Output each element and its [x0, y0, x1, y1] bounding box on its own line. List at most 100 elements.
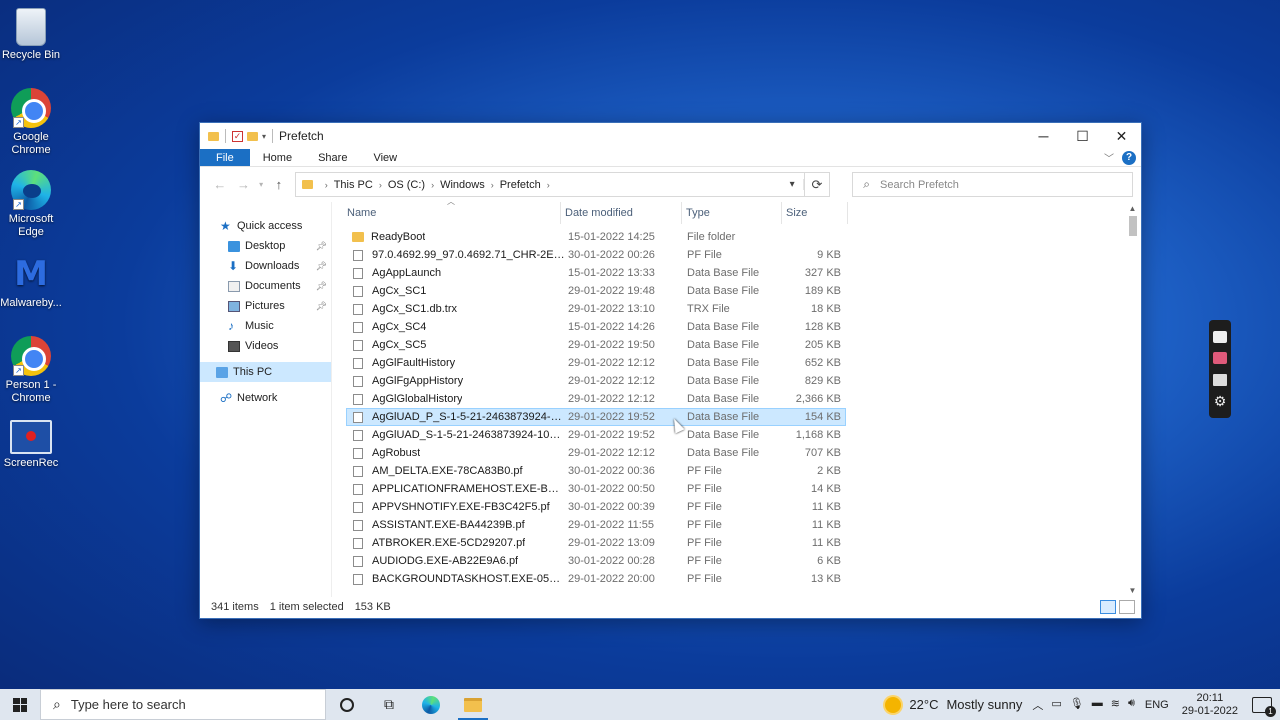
desktop-icon-screenrec[interactable]: ScreenRec [0, 420, 62, 470]
breadcrumb-os-c[interactable]: OS (C:) [388, 179, 425, 191]
nav-item-videos[interactable]: Videos [200, 336, 331, 356]
file-row[interactable]: AgCx_SC1 29-01-2022 19:48 Data Base File 18… [346, 282, 846, 300]
file-row[interactable]: AUDIODG.EXE-AB22E9A6.pf 30-01-2022 00:28 P… [346, 552, 846, 570]
search-input[interactable]: ⌕ Search Prefetch [852, 172, 1134, 197]
file-name: AgCx_SC1 [347, 285, 565, 297]
scroll-thumb[interactable] [1129, 216, 1137, 236]
meet-now-icon[interactable]: ▭ [1051, 697, 1061, 713]
desktop-icon-microsoft-edge[interactable]: ↗ Microsoft Edge [0, 170, 62, 239]
nav-item-desktop[interactable]: Desktop 📌︎ [200, 236, 331, 256]
minimize-button[interactable]: ─ [1024, 123, 1063, 149]
desktop-icon-recycle-bin[interactable]: Recycle Bin [0, 8, 62, 62]
file-icon [353, 555, 363, 567]
taskbar-search-input[interactable]: ⌕ Type here to search [40, 689, 326, 720]
title-bar[interactable]: ✓ ▾ Prefetch ─ ☐ ✕ [200, 123, 1141, 149]
file-name: 97.0.4692.99_97.0.4692.71_CHR-2ED0535... [347, 249, 565, 261]
file-size: 327 KB [804, 267, 841, 279]
taskbar-file-explorer-button[interactable] [452, 689, 494, 720]
tab-view[interactable]: View [360, 149, 410, 166]
taskbar-edge-button[interactable] [410, 689, 452, 720]
gear-icon[interactable]: ⚙ [1213, 394, 1227, 408]
file-row[interactable]: ATBROKER.EXE-5CD29207.pf 29-01-2022 13:09… [346, 534, 846, 552]
file-row[interactable]: AgGlFgAppHistory 29-01-2022 12:12 Data Bas… [346, 372, 846, 390]
desktop-icon-google-chrome[interactable]: ↗ Google Chrome [0, 88, 62, 157]
column-header-size[interactable]: Size [782, 202, 848, 224]
weather-widget[interactable]: 22°C Mostly sunny [885, 696, 1022, 713]
scroll-up-icon[interactable]: ▲ [1124, 204, 1141, 213]
column-header-name[interactable]: Name [332, 202, 561, 224]
vertical-scrollbar[interactable]: ▲ ▼ [1124, 202, 1141, 597]
video-record-icon[interactable] [1213, 352, 1227, 365]
tab-share[interactable]: Share [305, 149, 360, 166]
tab-file[interactable]: File [200, 149, 250, 166]
file-row[interactable]: AgRobust 29-01-2022 12:12 Data Base File 70… [346, 444, 846, 462]
chevron-up-icon[interactable]: ︿ [1032, 697, 1043, 713]
search-icon: ⌕ [53, 696, 61, 712]
file-row[interactable]: AgGlUAD_P_S-1-5-21-2463873924-1025... 29-… [346, 408, 846, 426]
help-icon[interactable]: ? [1122, 150, 1136, 165]
file-row[interactable]: ReadyBoot 15-01-2022 14:25 File folder [346, 228, 846, 246]
column-header-type[interactable]: Type [682, 202, 782, 224]
address-bar[interactable]: › This PC › OS (C:) › Windows › Prefetch… [294, 172, 805, 197]
nav-item-network[interactable]: ☍ Network [200, 388, 331, 408]
cortana-button[interactable] [326, 689, 368, 720]
nav-item-downloads[interactable]: ⬇ Downloads 📌︎ [200, 256, 331, 276]
file-size: 6 KB [817, 555, 841, 567]
file-name: AgGlUAD_P_S-1-5-21-2463873924-1025... [347, 411, 565, 423]
notification-center-icon[interactable] [1252, 696, 1276, 717]
close-button[interactable]: ✕ [1102, 123, 1141, 149]
wifi-icon[interactable]: ≋ [1111, 697, 1120, 713]
nav-item-music[interactable]: ♪ Music [200, 316, 331, 336]
nav-item-pictures[interactable]: Pictures 📌︎ [200, 296, 331, 316]
breadcrumb-this-pc[interactable]: This PC [334, 179, 373, 191]
tab-home[interactable]: Home [250, 149, 305, 166]
desktop-icon-malwarebytes[interactable]: M Malwareby... [0, 254, 62, 310]
breadcrumb-windows[interactable]: Windows [440, 179, 485, 191]
recent-locations-icon[interactable]: ▾ [255, 180, 267, 189]
file-row[interactable]: AgGlFaultHistory 29-01-2022 12:12 Data Bas… [346, 354, 846, 372]
maximize-button[interactable]: ☐ [1063, 123, 1102, 149]
clock[interactable]: 20:11 29-01-2022 [1182, 692, 1238, 718]
task-view-button[interactable]: ⧉ [368, 689, 410, 720]
address-dropdown-icon[interactable]: ▾ [782, 179, 804, 190]
up-button[interactable]: ↑ [267, 177, 291, 192]
nav-item-documents[interactable]: Documents 📌︎ [200, 276, 331, 296]
gallery-icon[interactable] [1213, 373, 1227, 386]
scroll-down-icon[interactable]: ▼ [1124, 586, 1141, 595]
file-row[interactable]: AgGlGlobalHistory 29-01-2022 12:12 Data Ba… [346, 390, 846, 408]
nav-item-this-pc[interactable]: This PC [200, 362, 331, 382]
camera-icon[interactable] [1213, 330, 1227, 343]
file-row[interactable]: ASSISTANT.EXE-BA44239B.pf 29-01-2022 11:5… [346, 516, 846, 534]
file-type: Data Base File [687, 267, 760, 279]
file-row[interactable]: AgCx_SC4 15-01-2022 14:26 Data Base File 12… [346, 318, 846, 336]
battery-icon[interactable]: ▬ [1092, 697, 1103, 713]
customize-toolbar-icon[interactable]: ▾ [262, 132, 266, 141]
column-header-date[interactable]: Date modified [561, 202, 682, 224]
properties-icon[interactable]: ✓ [232, 130, 243, 142]
nav-item-quick-access[interactable]: ★ Quick access [200, 216, 331, 236]
volume-icon[interactable]: 🔊︎ [1128, 697, 1135, 713]
file-row[interactable]: AgGlUAD_S-1-5-21-2463873924-102504... 29-… [346, 426, 846, 444]
file-name: AM_DELTA.EXE-78CA83B0.pf [347, 465, 565, 477]
file-row[interactable]: AgCx_SC1.db.trx 29-01-2022 13:10 TRX File 1… [346, 300, 846, 318]
microphone-icon[interactable]: 🎙︎ [1070, 697, 1084, 713]
file-date: 30-01-2022 00:28 [568, 555, 655, 567]
file-row[interactable]: 97.0.4692.99_97.0.4692.71_CHR-2ED0535...… [346, 246, 846, 264]
start-button[interactable] [0, 689, 40, 720]
file-row[interactable]: APPVSHNOTIFY.EXE-FB3C42F5.pf 30-01-2022 0… [346, 498, 846, 516]
forward-button[interactable]: → [232, 177, 256, 192]
file-row[interactable]: AgAppLaunch 15-01-2022 13:33 Data Base Fil… [346, 264, 846, 282]
large-icons-view-icon[interactable] [1119, 600, 1135, 614]
input-language[interactable]: ENG [1145, 699, 1169, 711]
back-button[interactable]: ← [208, 177, 232, 192]
file-row[interactable]: APPLICATIONFRAMEHOST.EXE-BCE9A1E...30-01… [346, 480, 846, 498]
refresh-button[interactable]: ⟳ [804, 172, 831, 197]
breadcrumb-prefetch[interactable]: Prefetch [500, 179, 541, 191]
file-row[interactable]: AM_DELTA.EXE-78CA83B0.pf 30-01-2022 00:36… [346, 462, 846, 480]
file-row[interactable]: AgCx_SC5 29-01-2022 19:50 Data Base File 20… [346, 336, 846, 354]
file-row[interactable]: BACKGROUNDTASKHOST.EXE-05A8BF9D...29-01-… [346, 570, 846, 588]
details-view-icon[interactable] [1100, 600, 1116, 614]
new-folder-icon[interactable] [247, 131, 258, 141]
expand-ribbon-icon[interactable]: ﹀ [1104, 150, 1114, 165]
desktop-icon-person1-chrome[interactable]: ↗ Person 1 - Chrome [0, 336, 62, 405]
